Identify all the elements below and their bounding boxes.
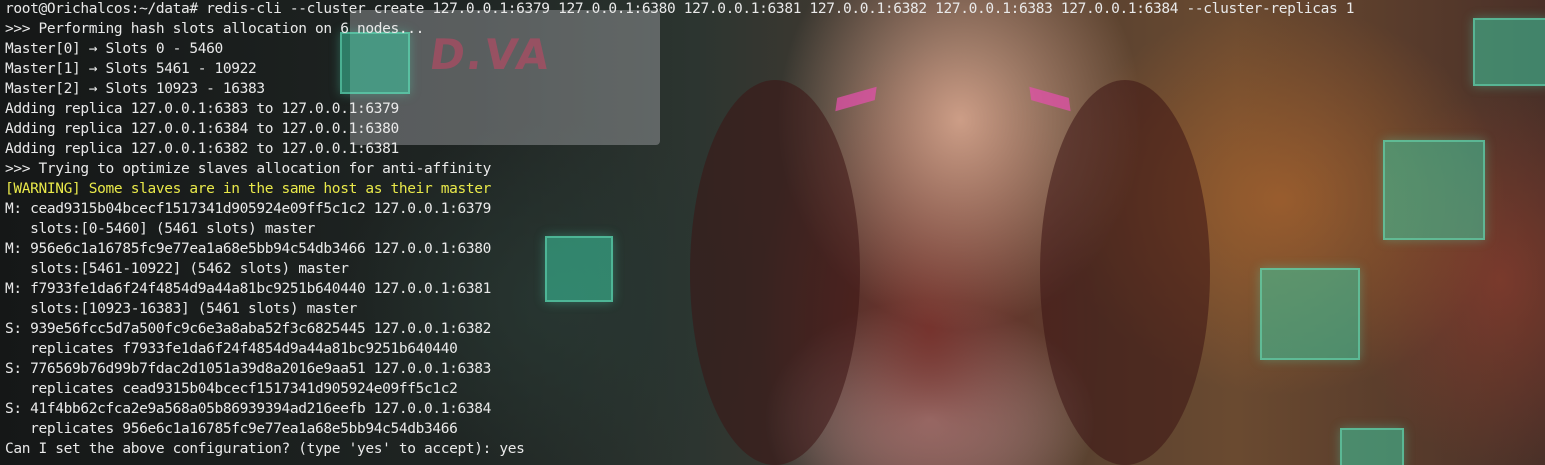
output-line: slots:[5461-10922] (5462 slots) master [5,261,349,277]
output-line: S: 776569b76d99b7fdac2d1051a39d8a2016e9a… [5,361,492,377]
output-line: Adding replica 127.0.0.1:6383 to 127.0.0… [5,101,399,117]
output-line: Adding replica 127.0.0.1:6382 to 127.0.0… [5,141,399,157]
output-line: M: f7933fe1da6f24f4854d9a44a81bc9251b640… [5,281,492,297]
output-line: S: 41f4bb62cfca2e9a568a05b86939394ad216e… [5,401,492,417]
output-line: Adding replica 127.0.0.1:6384 to 127.0.0… [5,121,399,137]
output-line: S: 939e56fcc5d7a500fc9c6e3a8aba52f3c6825… [5,321,492,337]
wallpaper-tile [1473,18,1545,86]
command-line: root@Orichalcos:~/data# redis-cli --clus… [5,1,1355,17]
output-line: replicates f7933fe1da6f24f4854d9a44a81bc… [5,341,458,357]
output-line: >>> Trying to optimize slaves allocation… [5,161,492,177]
output-line: replicates 956e6c1a16785fc9e77ea1a68e5bb… [5,421,458,437]
output-line: slots:[0-5460] (5461 slots) master [5,221,316,237]
output-line: slots:[10923-16383] (5461 slots) master [5,301,357,317]
output-line: Master[2] → Slots 10923 - 16383 [5,81,265,97]
wallpaper-tile [1383,140,1485,240]
output-line: replicates cead9315b04bcecf1517341d90592… [5,381,458,397]
terminal-window[interactable]: D.VA root@Orichalcos:~/data# redis-cli -… [0,0,1545,465]
terminal-output: root@Orichalcos:~/data# redis-cli --clus… [5,0,1354,459]
prompt-line[interactable]: Can I set the above configuration? (type… [5,439,1354,459]
output-line: Master[0] → Slots 0 - 5460 [5,41,223,57]
output-line: Master[1] → Slots 5461 - 10922 [5,61,257,77]
output-line: M: 956e6c1a16785fc9e77ea1a68e5bb94c54db3… [5,241,492,257]
output-line: >>> Performing hash slots allocation on … [5,21,424,37]
warning-line: [WARNING] Some slaves are in the same ho… [5,181,492,197]
output-line: M: cead9315b04bcecf1517341d905924e09ff5c… [5,201,492,217]
